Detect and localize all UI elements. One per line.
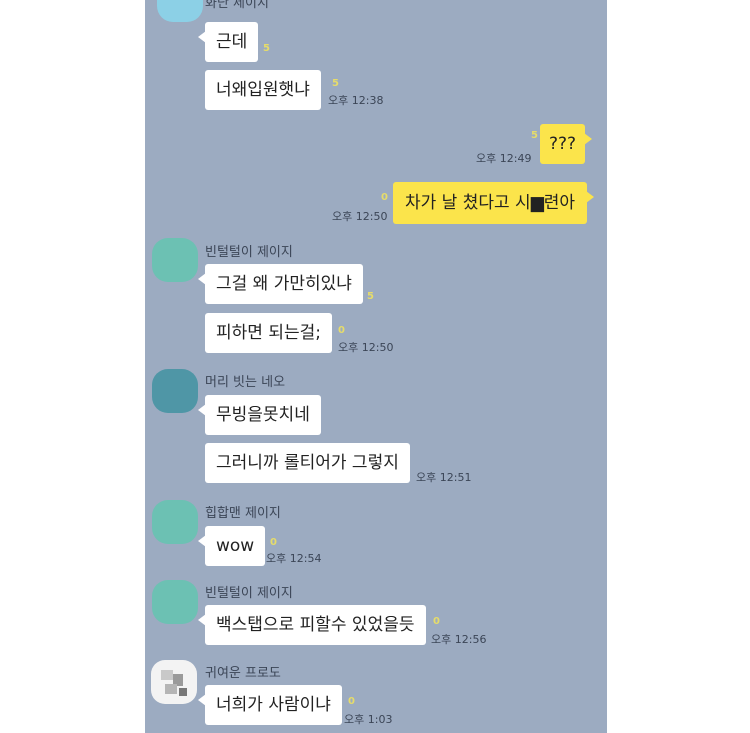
avatar-pixel <box>179 688 187 696</box>
message-text: 차가 날 쳤다고 시▆련아 <box>405 193 576 213</box>
avatar[interactable] <box>157 0 203 22</box>
message-text: ??? <box>549 134 577 154</box>
avatar[interactable] <box>152 500 198 544</box>
my-message-bubble[interactable]: 차가 날 쳤다고 시▆련아 <box>393 182 595 224</box>
avatar-blurred[interactable] <box>151 660 197 704</box>
avatar[interactable] <box>152 369 198 413</box>
message-text: 그러니까 롤티어가 그렇지 <box>216 453 399 473</box>
message-time: 오후 12:54 <box>266 552 322 565</box>
message-text: 백스탭으로 피할수 있었을듯 <box>216 615 415 635</box>
message-bubble[interactable]: 너왜입원햇냐 <box>205 70 321 110</box>
message-bubble[interactable]: 피하면 되는걸; <box>205 313 332 353</box>
message-bubble[interactable]: 근데 <box>197 22 259 62</box>
message-text: 너왜입원햇냐 <box>216 80 310 100</box>
message-text: 피하면 되는걸; <box>216 323 321 343</box>
unread-count: 0 <box>348 696 355 707</box>
message-time: 오후 12:50 <box>338 341 394 354</box>
unread-count: 0 <box>433 616 440 627</box>
unread-count: 0 <box>270 537 277 548</box>
unread-count: 0 <box>381 192 388 203</box>
sender-name: 빈털털이 제이지 <box>205 245 293 260</box>
message-text: wow <box>216 536 255 556</box>
message-time: 오후 12:49 <box>476 152 532 165</box>
avatar[interactable] <box>152 580 198 624</box>
message-bubble[interactable]: 그걸 왜 가만히있냐 <box>198 264 363 304</box>
sender-name: 화단 제이지 <box>205 0 269 11</box>
unread-count: 5 <box>263 43 270 54</box>
sender-name: 머리 빗는 네오 <box>205 375 286 390</box>
avatar[interactable] <box>152 238 198 282</box>
message-time: 오후 12:51 <box>416 471 472 484</box>
message-time: 오후 12:38 <box>328 94 384 107</box>
message-bubble[interactable]: 백스탭으로 피할수 있었을듯 <box>198 605 426 645</box>
unread-count: 5 <box>332 78 339 89</box>
avatar-pixel <box>165 684 177 694</box>
unread-count: 0 <box>338 325 345 336</box>
message-bubble[interactable]: 무빙을못치네 <box>198 395 321 435</box>
unread-count: 5 <box>367 291 374 302</box>
avatar-pixel <box>161 670 173 680</box>
message-time: 오후 12:56 <box>431 633 487 646</box>
message-bubble[interactable]: 너희가 사람이냐 <box>198 685 342 725</box>
message-text: 그걸 왜 가만히있냐 <box>216 274 352 294</box>
my-message-bubble[interactable]: ??? <box>540 124 593 164</box>
message-text: 무빙을못치네 <box>216 405 310 425</box>
sender-name: 빈털털이 제이지 <box>205 586 293 601</box>
sender-name: 힙합맨 제이지 <box>205 506 281 521</box>
message-text: 너희가 사람이냐 <box>216 695 331 715</box>
sender-name: 귀여운 프로도 <box>205 666 281 681</box>
chat-room[interactable]: 화단 제이지 근데 5 너왜입원햇냐 5 오후 12:38 오후 12:49 5… <box>145 0 607 733</box>
message-time: 오후 12:50 <box>332 210 388 223</box>
message-bubble[interactable]: wow <box>197 526 266 566</box>
message-text: 근데 <box>216 32 248 52</box>
message-time: 오후 1:03 <box>344 713 393 726</box>
unread-count: 5 <box>531 130 538 141</box>
message-bubble[interactable]: 그러니까 롤티어가 그렇지 <box>205 443 410 483</box>
